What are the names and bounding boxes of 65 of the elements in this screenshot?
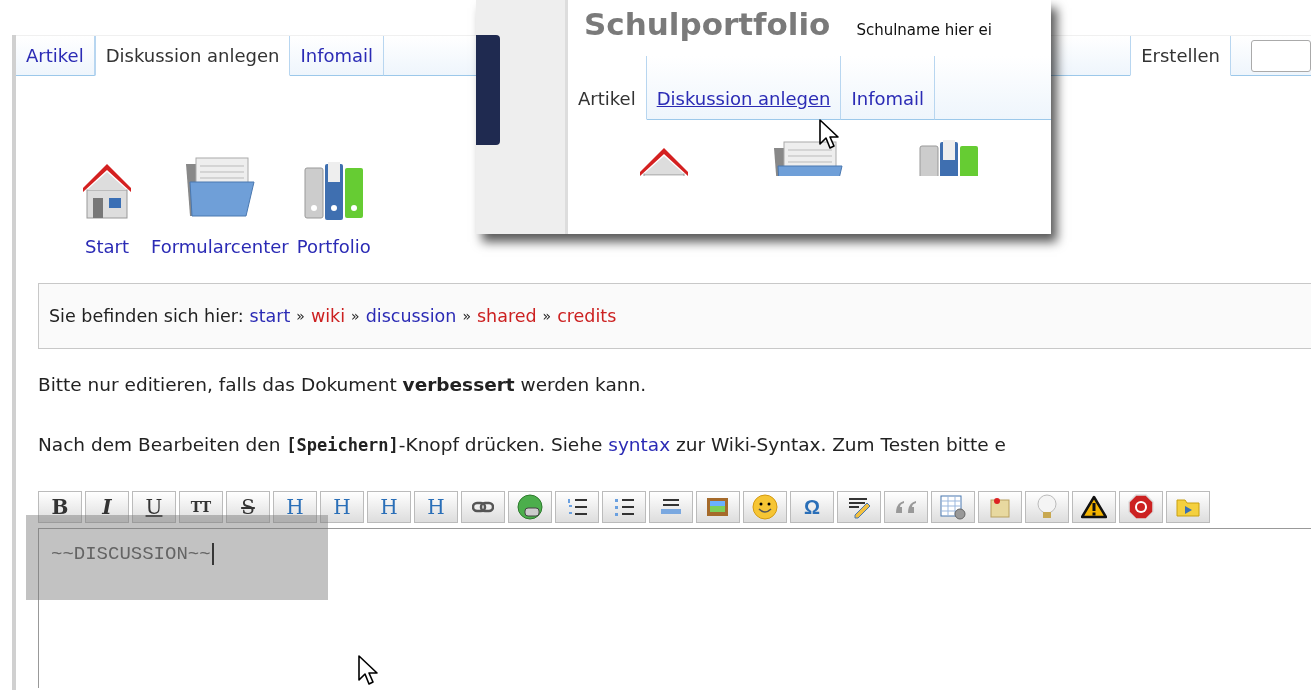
notice-text: Nach dem Bearbeiten den [Speichern]-Knopf drücken. Siehe syntax zur Wiki-Syntax. Zum Testen bitte e: [38, 433, 1007, 457]
image-button[interactable]: [696, 491, 740, 523]
breadcrumb-separator: »: [542, 308, 552, 324]
folder-icon: [1175, 496, 1201, 518]
italic-button[interactable]: I: [85, 491, 129, 523]
search-field[interactable]: [1251, 39, 1311, 72]
warning-button[interactable]: [1072, 491, 1116, 523]
warning-icon: [1081, 495, 1107, 519]
breadcrumb-link[interactable]: shared: [476, 306, 537, 326]
syntax-link[interactable]: syntax: [608, 434, 671, 455]
note-button[interactable]: [978, 491, 1022, 523]
smiley-icon: [752, 494, 778, 520]
tab[interactable]: Diskussion anlegen: [646, 56, 842, 120]
tab[interactable]: Infomail: [290, 36, 385, 76]
link-button[interactable]: [461, 491, 505, 523]
lower-heading-button[interactable]: H: [320, 491, 364, 523]
breadcrumb-label: Sie befinden sich hier:: [49, 306, 244, 326]
mouse-pointer-icon: [357, 654, 379, 686]
higher-heading-button[interactable]: H: [367, 491, 411, 523]
heading-button[interactable]: H: [273, 491, 317, 523]
tab[interactable]: Infomail: [841, 56, 936, 120]
tab[interactable]: Artikel: [16, 36, 95, 76]
underline-button[interactable]: U: [132, 491, 176, 523]
monospace-button[interactable]: TT: [179, 491, 223, 523]
breadcrumb-separator: »: [462, 308, 471, 324]
breadcrumb-link[interactable]: discussion: [365, 306, 457, 326]
ordered-list-button[interactable]: [555, 491, 599, 523]
strikethrough-button[interactable]: S: [226, 491, 270, 523]
mouse-pointer-icon: [818, 118, 840, 150]
horizontal-rule-icon: [659, 497, 683, 517]
nav-link[interactable]: Formularcenter: [151, 236, 289, 257]
chain-icon: [472, 500, 494, 514]
special-chars-button[interactable]: Ω: [790, 491, 834, 523]
tab[interactable]: Erstellen: [1130, 36, 1231, 76]
notice-text: Bitte nur editieren, falls das Dokument verbessert werden kann.: [38, 373, 648, 397]
signature-button[interactable]: [837, 491, 881, 523]
sticky-note-icon: [988, 495, 1012, 519]
unordered-list-button[interactable]: [602, 491, 646, 523]
picture-icon: [706, 495, 730, 519]
stop-sign-icon: [1128, 494, 1154, 520]
breadcrumb-link[interactable]: start: [249, 306, 291, 326]
nav-link[interactable]: Portfolio: [296, 236, 371, 257]
breadcrumb-separator: »: [351, 308, 360, 324]
stop-button[interactable]: [1119, 491, 1163, 523]
external-link-button[interactable]: [508, 491, 552, 523]
smiley-button[interactable]: [743, 491, 787, 523]
tab[interactable]: Diskussion anlegen: [94, 36, 291, 76]
globe-icon: [517, 494, 543, 520]
pen-icon: [847, 495, 871, 519]
quote-icon: [894, 499, 918, 515]
breadcrumb-separator: »: [296, 308, 305, 324]
table-button[interactable]: [931, 491, 975, 523]
bullet-list-icon: [613, 496, 635, 518]
table-icon: [940, 494, 966, 520]
nav-link[interactable]: Start: [85, 236, 129, 257]
breadcrumb-link[interactable]: wiki: [310, 306, 346, 326]
breadcrumb-link[interactable]: credits: [557, 306, 617, 326]
numbered-list-icon: [566, 496, 588, 518]
bold-button[interactable]: B: [38, 491, 82, 523]
horizontal-rule-button[interactable]: [649, 491, 693, 523]
school-name-text: Schulname hier ei: [856, 21, 992, 39]
heading-menu-button[interactable]: H: [414, 491, 458, 523]
tab[interactable]: Artikel: [568, 56, 647, 120]
light-bulb-icon: [1036, 494, 1058, 520]
site-title: Schulportfolio: [584, 6, 831, 42]
